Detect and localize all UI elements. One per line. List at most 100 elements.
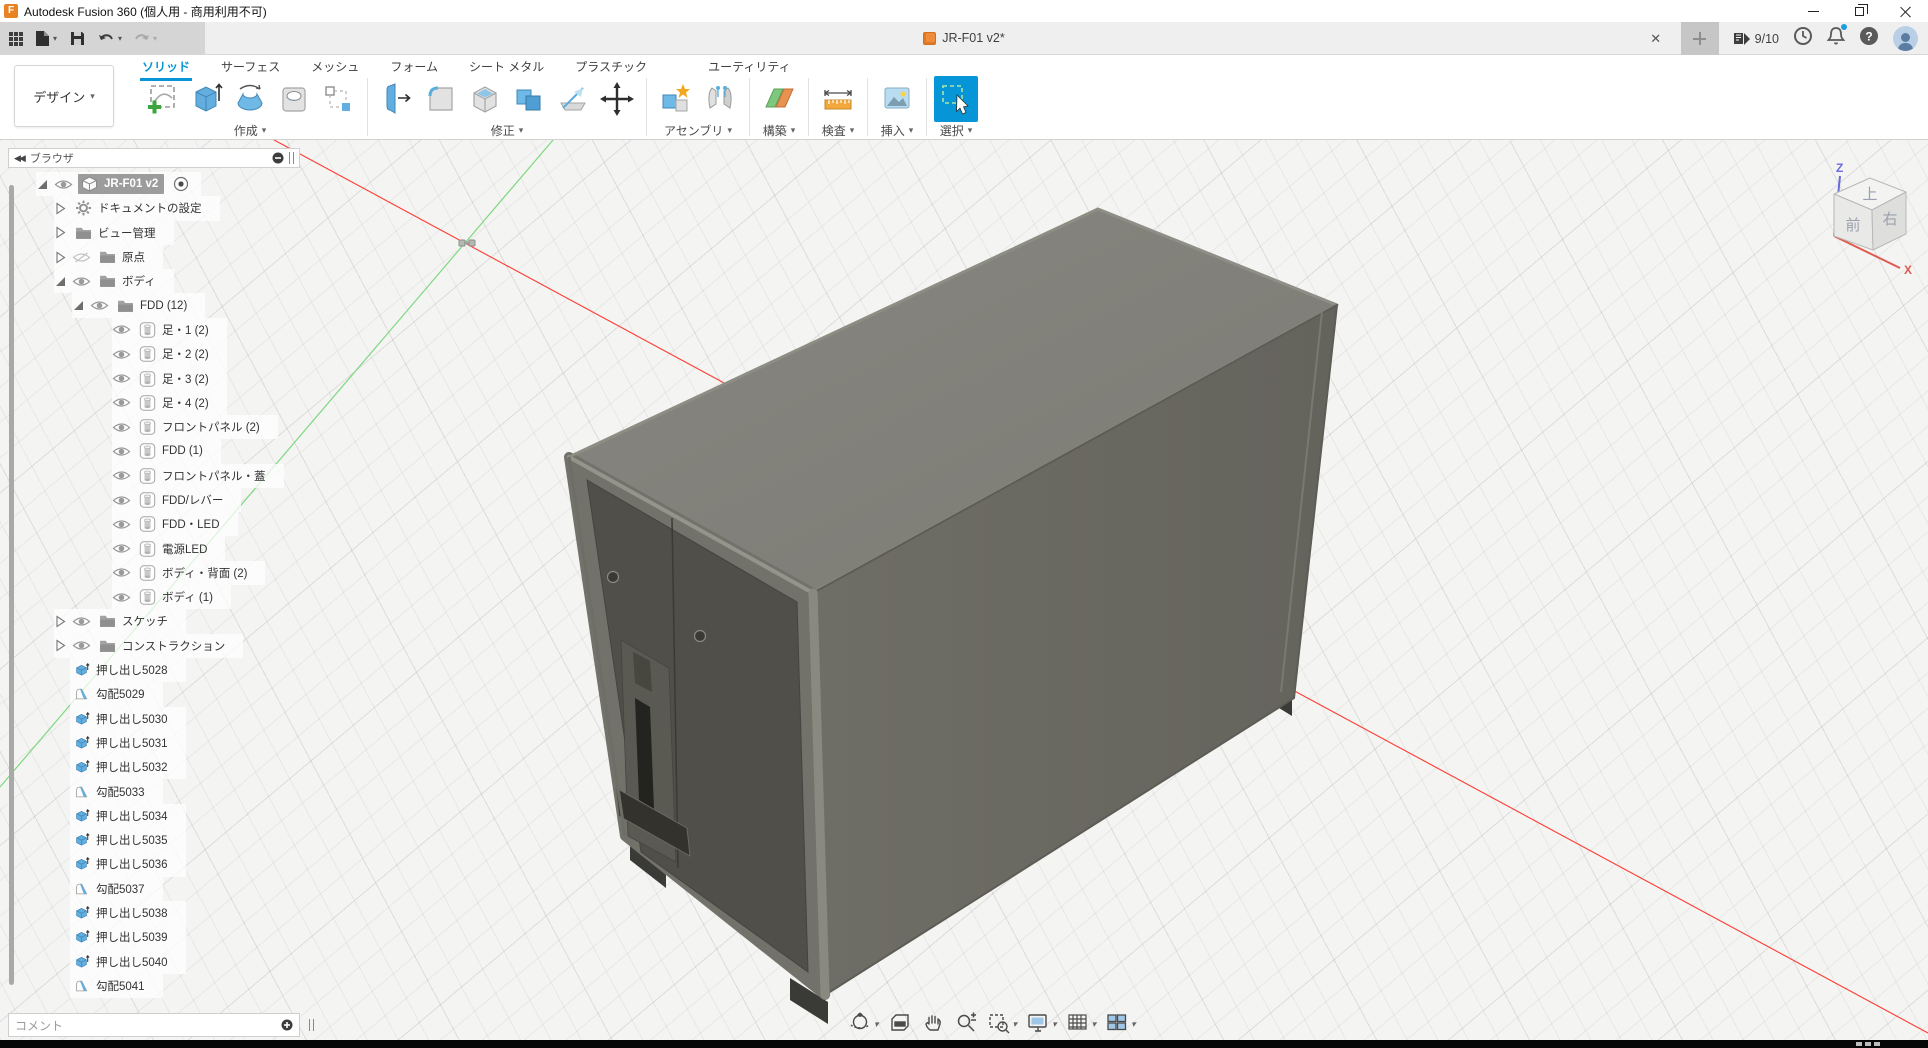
construction-plane-button[interactable] (757, 76, 801, 122)
ribbon-tab-5[interactable]: プラスチック (573, 57, 649, 78)
hole-button[interactable] (272, 76, 316, 122)
visibility-eye-icon[interactable] (112, 494, 131, 507)
expander-icon[interactable] (54, 251, 67, 264)
tree-row[interactable]: FDD (12) (72, 293, 205, 317)
collapse-panel-icon[interactable]: ◀◀ (14, 153, 24, 164)
visibility-eye-icon[interactable] (112, 469, 131, 482)
grid-caret-icon[interactable] (1092, 1014, 1097, 1032)
ribbon-tab-4[interactable]: シート メタル (467, 57, 546, 78)
undo-button[interactable] (98, 32, 115, 46)
display-caret-icon[interactable] (1052, 1014, 1057, 1032)
workspace-selector[interactable]: デザイン (14, 65, 114, 127)
panel-grip[interactable] (289, 152, 294, 164)
3d-viewport[interactable]: Z X 上 前 右 ◀◀ ブラウザ JR-F01 v2 (0, 140, 1928, 1040)
ribbon-tab-1[interactable]: サーフェス (219, 57, 282, 78)
move-button[interactable] (595, 76, 639, 122)
close-button[interactable] (1882, 0, 1928, 22)
ribbon-tab-3[interactable]: フォーム (388, 57, 440, 78)
tree-row[interactable]: 原点 (54, 245, 163, 269)
tree-row[interactable]: 押し出し5036 (70, 852, 186, 876)
tree-row[interactable]: 足・3 (2) (112, 366, 227, 390)
viewports-button[interactable] (1102, 1009, 1139, 1037)
visibility-eye-icon[interactable] (72, 639, 91, 652)
remove-panel-button[interactable] (272, 152, 284, 164)
tree-row[interactable]: ドキュメントの設定 (54, 196, 220, 220)
visibility-eye-icon[interactable] (112, 566, 131, 579)
tree-row[interactable]: 足・1 (2) (112, 318, 227, 342)
tree-row[interactable]: 押し出し5035 (70, 828, 186, 852)
visibility-eye-icon[interactable] (112, 396, 131, 409)
activate-radio-icon[interactable] (173, 176, 189, 192)
tree-row[interactable]: 勾配5033 (70, 779, 163, 803)
tree-row[interactable]: 押し出し5031 (70, 731, 186, 755)
comment-grip[interactable] (309, 1019, 314, 1031)
file-menu-caret-icon[interactable]: ▾ (53, 34, 57, 43)
notifications-button[interactable] (1827, 26, 1845, 51)
revolve-button[interactable] (228, 76, 272, 122)
tree-row[interactable]: 勾配5029 (70, 682, 163, 706)
ribbon-tab-2[interactable]: メッシュ (309, 57, 361, 78)
press-pull-button[interactable] (375, 76, 419, 122)
extrude-button[interactable] (184, 76, 228, 122)
tree-row[interactable]: 電源LED (112, 536, 225, 560)
redo-button[interactable] (133, 32, 150, 46)
tree-row[interactable]: JR-F01 v2 (36, 172, 201, 196)
tree-row[interactable]: 足・2 (2) (112, 342, 227, 366)
visibility-eye-icon[interactable] (72, 615, 91, 628)
tree-row[interactable]: 押し出し5028 (70, 658, 186, 682)
tree-row[interactable]: 足・4 (2) (112, 391, 227, 415)
tree-row[interactable]: フロントパネル・蓋 (112, 464, 284, 488)
expander-icon[interactable] (54, 275, 67, 288)
grid-settings-button[interactable] (1063, 1009, 1100, 1037)
file-menu-button[interactable] (35, 30, 50, 47)
expander-icon[interactable] (54, 639, 67, 652)
comment-panel[interactable]: コメント (8, 1013, 300, 1037)
tree-row[interactable]: FDD/レバー (112, 488, 241, 512)
zoom-window-button[interactable] (984, 1009, 1021, 1037)
user-avatar[interactable] (1893, 26, 1918, 51)
insert-canvas-button[interactable] (875, 76, 919, 122)
modify-group-label[interactable]: 修正 (375, 122, 639, 138)
visibility-eye-icon[interactable] (72, 251, 91, 264)
visibility-eye-icon[interactable] (54, 178, 73, 191)
visibility-eye-icon[interactable] (112, 591, 131, 604)
expander-icon[interactable] (36, 178, 49, 191)
document-tab[interactable]: JR-F01 v2* (0, 22, 1928, 54)
tree-row[interactable]: 勾配5037 (70, 877, 163, 901)
fillet-button[interactable] (419, 76, 463, 122)
tree-row[interactable]: 押し出し5040 (70, 950, 186, 974)
tree-row[interactable]: FDD・LED (112, 512, 238, 536)
tree-row[interactable]: FDD (1) (112, 439, 221, 463)
create-group-label[interactable]: 作成 (140, 122, 360, 138)
visibility-eye-icon[interactable] (90, 299, 109, 312)
assemble-group-label[interactable]: アセンブリ (654, 122, 742, 138)
visibility-eye-icon[interactable] (112, 445, 131, 458)
pan-button[interactable] (918, 1009, 948, 1037)
visibility-eye-icon[interactable] (112, 372, 131, 385)
shell-button[interactable] (463, 76, 507, 122)
visibility-eye-icon[interactable] (112, 323, 131, 336)
combine-button[interactable] (507, 76, 551, 122)
expander-icon[interactable] (54, 226, 67, 239)
orbit-caret-icon[interactable] (874, 1014, 879, 1032)
job-status-badge[interactable]: 9/10 (1733, 31, 1779, 47)
zoom-button[interactable] (951, 1009, 981, 1037)
zoom-window-caret-icon[interactable] (1013, 1014, 1018, 1032)
help-button[interactable]: ? (1859, 26, 1879, 51)
document-tab-close-button[interactable]: ✕ (1645, 31, 1667, 47)
undo-caret-icon[interactable]: ▾ (118, 34, 122, 43)
tree-row[interactable]: 押し出し5038 (70, 901, 186, 925)
tree-row[interactable]: 押し出し5032 (70, 755, 186, 779)
insert-group-label[interactable]: 挿入 (875, 122, 919, 138)
new-component-button[interactable] (654, 76, 698, 122)
expander-icon[interactable] (54, 202, 67, 215)
model-jr-f01[interactable] (0, 140, 1928, 1040)
tree-row[interactable]: ボディ (54, 269, 174, 293)
construct-group-label[interactable]: 構築 (757, 122, 801, 138)
visibility-eye-icon[interactable] (72, 275, 91, 288)
tree-row[interactable]: 押し出し5039 (70, 925, 186, 949)
browser-scrollbar[interactable] (9, 185, 14, 985)
browser-panel-header[interactable]: ◀◀ ブラウザ (8, 148, 300, 168)
expander-icon[interactable] (54, 615, 67, 628)
select-group-label[interactable]: 選択 (934, 122, 978, 138)
